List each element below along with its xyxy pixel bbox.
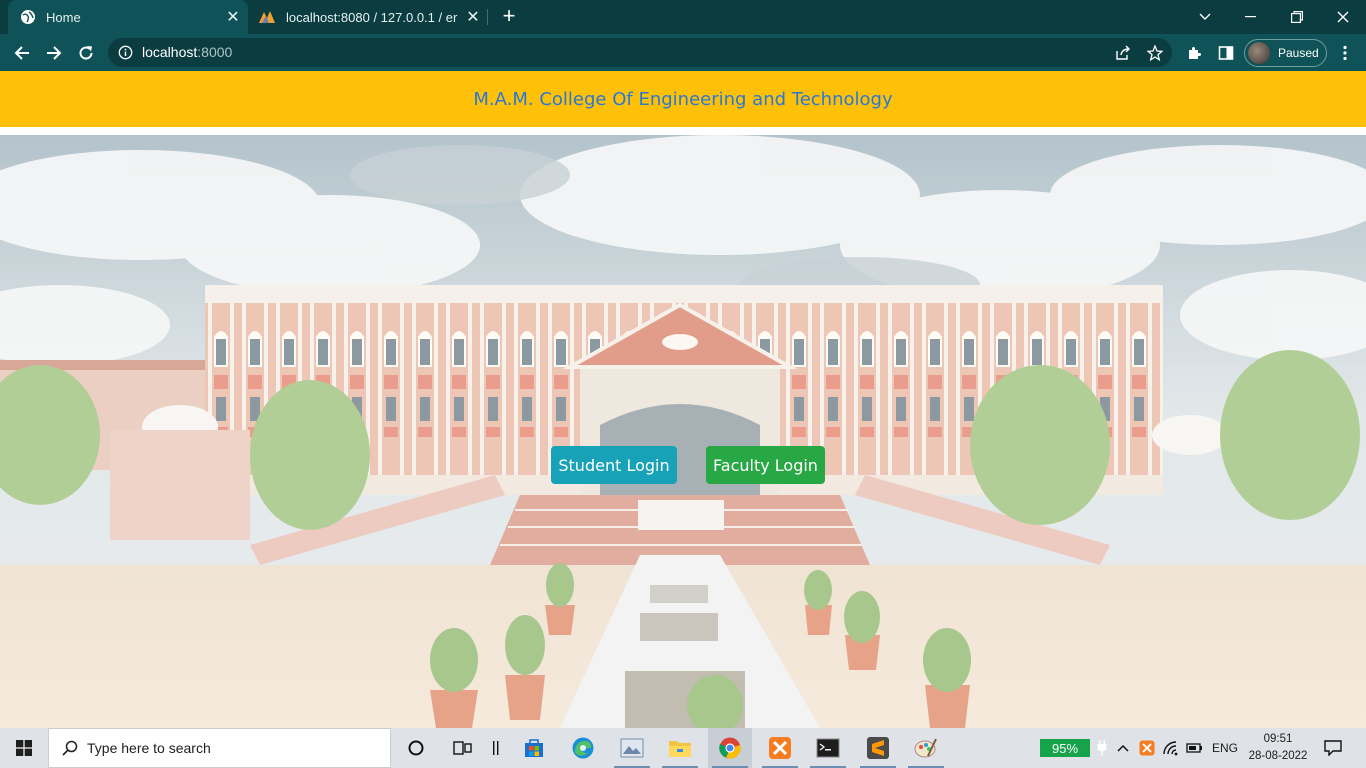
share-icon[interactable] xyxy=(1112,43,1134,63)
address-bar[interactable]: localhost:8000 xyxy=(108,38,1172,67)
xampp-tray-icon[interactable] xyxy=(1137,738,1157,758)
arrow-right-icon xyxy=(47,46,62,60)
tab-search-button[interactable] xyxy=(1182,0,1228,34)
tab-phpmyadmin[interactable]: localhost:8080 / 127.0.0.1 / erp | phpMy… xyxy=(250,0,488,34)
tab-title: localhost:8080 / 127.0.0.1 / erp | phpMy… xyxy=(286,9,458,25)
xampp-button[interactable] xyxy=(758,728,802,768)
notifications-icon[interactable] xyxy=(1323,738,1343,758)
header-divider xyxy=(0,127,1366,135)
back-button[interactable] xyxy=(8,39,36,67)
paint-button[interactable] xyxy=(904,728,948,768)
chrome-button[interactable] xyxy=(708,728,752,768)
file-explorer-button[interactable] xyxy=(658,728,702,768)
new-tab-button[interactable]: + xyxy=(497,5,521,29)
system-clock[interactable]: 09:51 28-08-2022 xyxy=(1240,731,1316,765)
browser-toolbar: localhost:8000 Paused xyxy=(0,34,1366,71)
close-icon xyxy=(1337,11,1349,23)
reload-icon xyxy=(79,46,93,60)
forward-button[interactable] xyxy=(40,39,68,67)
close-window-button[interactable] xyxy=(1320,0,1366,34)
store-icon xyxy=(525,739,543,757)
faculty-login-button[interactable]: Faculty Login xyxy=(706,446,825,484)
widgets-icon xyxy=(493,741,499,755)
edge-button[interactable] xyxy=(561,728,605,768)
windows-logo-icon xyxy=(16,740,32,756)
windows-taskbar: Type here to search 95% ENG 09:51 28-08-… xyxy=(0,728,1366,768)
file-explorer-icon xyxy=(669,741,691,757)
battery-percentage[interactable]: 95% xyxy=(1040,739,1090,757)
terminal-icon xyxy=(816,738,840,758)
search-icon xyxy=(62,740,78,756)
paint-icon xyxy=(914,738,937,758)
restore-button[interactable] xyxy=(1274,0,1320,34)
task-view-icon xyxy=(453,741,472,755)
minimize-button[interactable] xyxy=(1228,0,1274,34)
clock-time: 09:51 xyxy=(1263,733,1293,745)
reload-button[interactable] xyxy=(72,39,100,67)
arrow-left-icon xyxy=(14,46,29,60)
page-title: M.A.M. College Of Engineering and Techno… xyxy=(473,88,893,110)
chevron-down-icon xyxy=(1199,13,1211,20)
url-text: localhost:8000 xyxy=(142,44,233,60)
tab-title: Home xyxy=(46,9,81,25)
close-tab-icon[interactable]: ✕ xyxy=(218,7,248,27)
volume-battery-icon[interactable] xyxy=(1185,738,1205,758)
photos-button[interactable] xyxy=(610,728,654,768)
taskbar-search-box[interactable]: Type here to search xyxy=(48,728,391,768)
college-header: M.A.M. College Of Engineering and Techno… xyxy=(0,71,1366,127)
chrome-icon xyxy=(719,737,741,759)
restore-icon xyxy=(1291,11,1303,23)
minimize-icon xyxy=(1245,16,1256,18)
tab-home[interactable]: Home ✕ xyxy=(8,0,248,34)
sublime-text-button[interactable] xyxy=(856,728,900,768)
terminal-button[interactable] xyxy=(806,728,850,768)
search-placeholder: Type here to search xyxy=(87,740,211,756)
cortana-icon xyxy=(408,740,424,756)
avatar xyxy=(1248,42,1270,64)
wifi-icon[interactable] xyxy=(1161,738,1181,758)
bookmark-star-icon[interactable] xyxy=(1144,43,1166,63)
student-login-button[interactable]: Student Login xyxy=(551,446,677,484)
profile-status: Paused xyxy=(1278,46,1319,60)
extensions-icon[interactable] xyxy=(1183,42,1205,64)
power-plug-icon[interactable] xyxy=(1092,738,1112,758)
info-icon[interactable] xyxy=(118,45,133,65)
microsoft-store-button[interactable] xyxy=(512,728,556,768)
edge-icon xyxy=(572,737,594,759)
cortana-button[interactable] xyxy=(394,728,438,768)
photos-icon xyxy=(620,738,644,758)
chevron-up-icon[interactable] xyxy=(1113,738,1133,758)
sublime-text-icon xyxy=(867,737,889,759)
profile-button[interactable]: Paused xyxy=(1244,39,1327,67)
tab-separator xyxy=(487,9,488,25)
side-panel-icon[interactable] xyxy=(1215,42,1237,64)
menu-button[interactable] xyxy=(1334,42,1356,64)
language-indicator[interactable]: ENG xyxy=(1212,741,1238,755)
campus-hero-image xyxy=(0,135,1366,728)
phpmyadmin-icon xyxy=(259,11,275,23)
clock-date: 28-08-2022 xyxy=(1248,750,1308,762)
xampp-icon xyxy=(769,737,791,759)
start-button[interactable] xyxy=(0,728,48,768)
campus-building-illustration xyxy=(0,135,1366,728)
close-tab-icon[interactable]: ✕ xyxy=(458,7,488,27)
more-vertical-icon xyxy=(1343,45,1347,61)
browser-tab-strip: Home ✕ localhost:8080 / 127.0.0.1 / erp … xyxy=(0,0,1366,34)
globe-icon xyxy=(21,10,35,24)
